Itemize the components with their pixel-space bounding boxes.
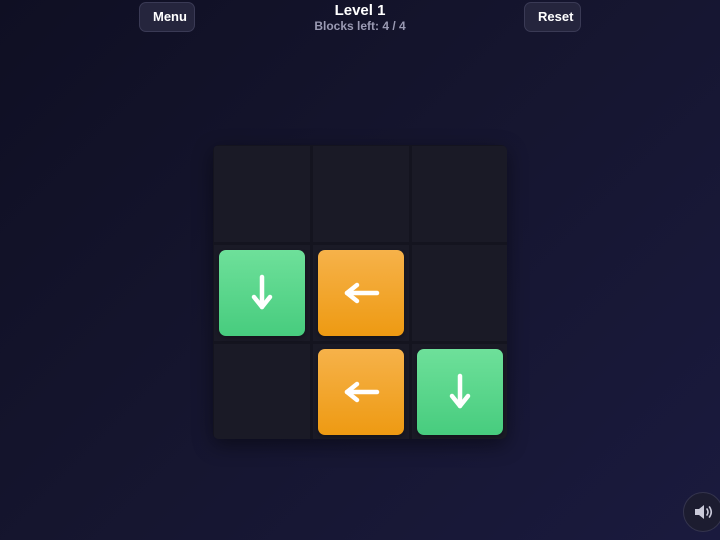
speaker-icon xyxy=(695,505,713,519)
arrow-down-icon xyxy=(251,274,273,310)
arrow-left-icon xyxy=(344,381,380,403)
green-arrow-block-down[interactable] xyxy=(417,349,503,435)
arrow-down-icon xyxy=(449,373,471,409)
game-board xyxy=(213,145,507,439)
sound-toggle-button[interactable] xyxy=(683,492,720,532)
board-cell xyxy=(214,344,310,439)
arrow-left-icon xyxy=(344,282,380,304)
board-cell xyxy=(412,344,507,439)
orange-arrow-block-left[interactable] xyxy=(318,250,404,336)
level-header: Level 1 Blocks left: 4 / 4 xyxy=(0,2,720,33)
green-arrow-block-down[interactable] xyxy=(219,250,305,336)
board-cell xyxy=(412,146,507,242)
blocks-left-counter: Blocks left: 4 / 4 xyxy=(314,19,406,33)
board-cell xyxy=(313,344,409,439)
board-cell xyxy=(214,245,310,341)
orange-arrow-block-left[interactable] xyxy=(318,349,404,435)
level-title: Level 1 xyxy=(334,2,386,19)
reset-button[interactable]: Reset xyxy=(524,2,581,32)
board-cell xyxy=(412,245,507,341)
board-cell xyxy=(214,146,310,242)
board-cell xyxy=(313,245,409,341)
board-cell xyxy=(313,146,409,242)
